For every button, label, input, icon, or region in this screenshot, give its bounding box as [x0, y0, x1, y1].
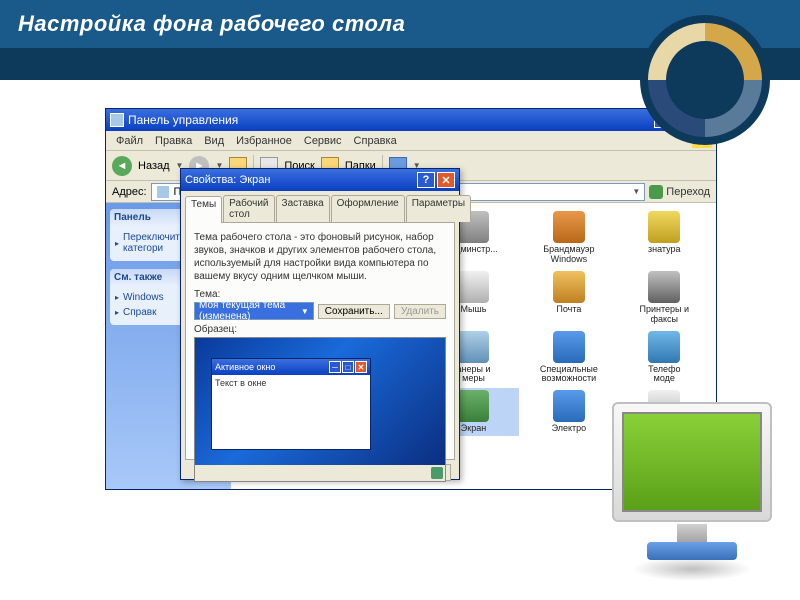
cp-item[interactable]: Специальные возможности [523, 329, 614, 387]
dlg-close-button[interactable]: ✕ [437, 172, 455, 188]
cp-item-label: Почта [556, 305, 581, 315]
theme-row: Моя текущая тема (изменена) ▼ Сохранить.… [194, 302, 446, 320]
cp-item-icon [553, 331, 585, 363]
cp-icon [110, 113, 124, 127]
cp-item-icon [553, 211, 585, 243]
theme-description: Тема рабочего стола - это фоновый рисуно… [194, 231, 446, 283]
address-dropdown-icon[interactable]: ▼ [632, 187, 640, 196]
dlg-title-text: Свойства: Экран [185, 174, 270, 186]
go-label: Переход [666, 186, 710, 198]
cp-item-label: Принтеры и факсы [640, 305, 690, 325]
sample-window: Активное окно ─ □ ✕ Текст в окне [211, 358, 371, 450]
back-label[interactable]: Назад [138, 160, 170, 172]
menu-tools[interactable]: Сервис [298, 135, 348, 147]
sample-min-icon: ─ [329, 361, 341, 373]
cp-item-label: Специальные возможности [540, 365, 598, 385]
menu-edit[interactable]: Правка [149, 135, 198, 147]
cp-item[interactable]: Почта [523, 269, 614, 327]
go-button[interactable]: Переход [649, 185, 710, 199]
menu-favorites[interactable]: Избранное [230, 135, 298, 147]
sample-titlebar: Активное окно ─ □ ✕ [212, 359, 370, 375]
cp-item[interactable]: Брандмауэр Windows [523, 209, 614, 267]
menubar: Файл Правка Вид Избранное Сервис Справка [106, 131, 716, 151]
cp-item-label: знатура [648, 245, 681, 255]
tab-desktop[interactable]: Рабочий стол [223, 195, 274, 222]
cp-item-label: Электро [552, 424, 587, 434]
sample-title: Активное окно [215, 362, 275, 372]
cp-item-icon [553, 271, 585, 303]
menu-help[interactable]: Справка [348, 135, 403, 147]
cp-small-icon [156, 185, 170, 199]
tabs: Темы Рабочий стол Заставка Оформление Па… [181, 191, 459, 222]
tab-screensaver[interactable]: Заставка [276, 195, 330, 222]
sample-close-icon: ✕ [355, 361, 367, 373]
dlg-titlebar[interactable]: Свойства: Экран ? ✕ [181, 169, 459, 191]
cp-item-icon [457, 331, 489, 363]
go-icon [649, 185, 663, 199]
cp-item[interactable]: знатура [619, 209, 710, 267]
delete-theme-button: Удалить [394, 304, 446, 319]
address-label: Адрес: [112, 186, 147, 198]
tab-themes[interactable]: Темы [185, 196, 222, 223]
cp-item-label: анеры и меры [457, 365, 491, 385]
tab-body: Тема рабочего стола - это фоновый рисуно… [185, 222, 455, 460]
back-icon[interactable]: ◄ [112, 156, 132, 176]
monitor-graphic [592, 402, 792, 592]
decorative-badge [640, 15, 770, 145]
sample-max-icon: □ [342, 361, 354, 373]
cp-item-label: Телефо моде [648, 365, 680, 385]
cp-item-icon [457, 271, 489, 303]
cp-item-icon [648, 211, 680, 243]
menu-file[interactable]: Файл [110, 135, 149, 147]
cp-item-icon [648, 331, 680, 363]
cp-item-icon [648, 271, 680, 303]
save-theme-button[interactable]: Сохранить... [318, 304, 390, 319]
tab-appearance[interactable]: Оформление [331, 195, 405, 222]
tab-settings[interactable]: Параметры [406, 195, 471, 222]
cp-item[interactable]: Принтеры и факсы [619, 269, 710, 327]
recycle-icon [431, 467, 443, 479]
cp-item-label: Брандмауэр Windows [543, 245, 594, 265]
theme-value: Моя текущая тема (изменена) [199, 300, 301, 322]
preview-area: Активное окно ─ □ ✕ Текст в окне [194, 337, 446, 482]
cp-title: Панель управления [128, 113, 238, 127]
theme-dropdown-icon[interactable]: ▼ [301, 307, 309, 316]
cp-item-label: Мышь [461, 305, 487, 315]
display-properties-dialog: Свойства: Экран ? ✕ Темы Рабочий стол За… [180, 168, 460, 480]
slide-title: Настройка фона рабочего стола [18, 11, 405, 37]
cp-item-label: Экран [461, 424, 486, 434]
theme-select[interactable]: Моя текущая тема (изменена) ▼ [194, 302, 314, 320]
menu-view[interactable]: Вид [198, 135, 230, 147]
cp-item-icon [457, 390, 489, 422]
preview-label: Образец: [194, 324, 446, 335]
sample-text: Текст в окне [212, 375, 370, 391]
theme-label: Тема: [194, 289, 446, 300]
sample-taskbar [195, 465, 445, 481]
cp-titlebar[interactable]: Панель управления ─ □ ✕ [106, 109, 716, 131]
dlg-title-buttons: ? ✕ [417, 172, 455, 188]
cp-item-icon [553, 390, 585, 422]
help-button[interactable]: ? [417, 172, 435, 188]
cp-item[interactable]: Телефо моде [619, 329, 710, 387]
